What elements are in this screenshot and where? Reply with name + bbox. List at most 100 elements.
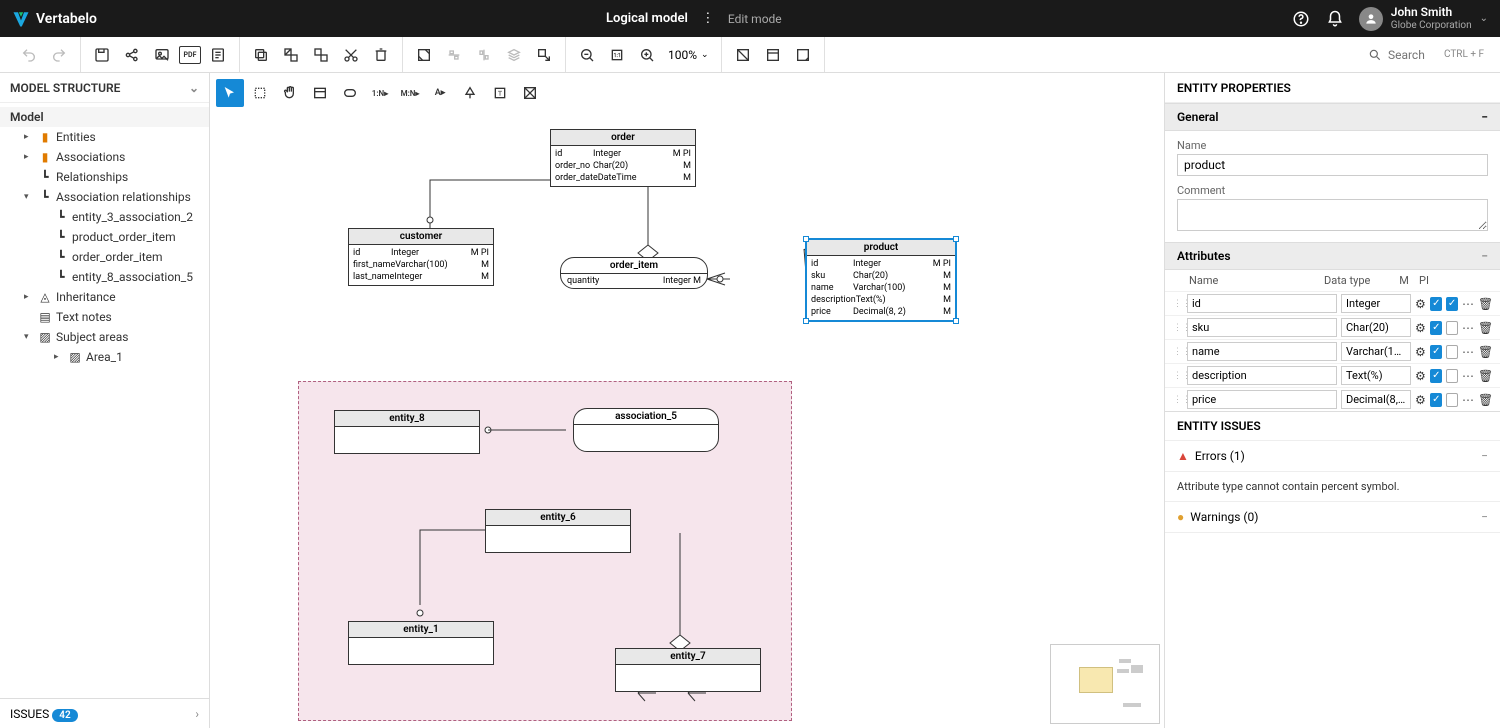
attr-name-input[interactable]: [1187, 342, 1337, 361]
more-icon[interactable]: ⋯: [1462, 369, 1474, 383]
mandatory-checkbox[interactable]: ✓: [1430, 369, 1442, 383]
more-icon[interactable]: ⋯: [1462, 393, 1474, 407]
pan-tool[interactable]: [276, 79, 304, 107]
shortcut-button[interactable]: [531, 42, 557, 68]
delete-button[interactable]: [368, 42, 394, 68]
pi-checkbox[interactable]: [1446, 321, 1458, 335]
gear-icon[interactable]: ⚙: [1415, 297, 1426, 311]
user-menu[interactable]: John Smith Globe Corporation ⌄: [1359, 6, 1488, 30]
add-area-tool[interactable]: [516, 79, 544, 107]
zoom-out-button[interactable]: [574, 42, 600, 68]
search-input[interactable]: [1388, 48, 1438, 62]
drag-handle-icon[interactable]: ⋮⋮: [1173, 323, 1183, 333]
attr-name-input[interactable]: [1187, 294, 1337, 313]
gear-icon[interactable]: ⚙: [1415, 369, 1426, 383]
gear-icon[interactable]: ⚙: [1415, 321, 1426, 335]
entity-6[interactable]: entity_6: [485, 509, 631, 553]
align-h-button[interactable]: [441, 42, 467, 68]
paste-button[interactable]: [308, 42, 334, 68]
resize-button[interactable]: [411, 42, 437, 68]
logo[interactable]: Vertabelo: [12, 10, 97, 28]
zoom-fit-button[interactable]: 1:1: [604, 42, 630, 68]
more-icon[interactable]: ⋯: [1462, 321, 1474, 335]
model-structure-header[interactable]: MODEL STRUCTURE ⌄: [0, 73, 209, 103]
mandatory-checkbox[interactable]: ✓: [1430, 393, 1442, 407]
tree-inheritance[interactable]: ▸◬Inheritance: [0, 287, 209, 307]
delete-icon[interactable]: 🗑: [1478, 393, 1492, 407]
pi-checkbox[interactable]: ✓: [1446, 297, 1458, 311]
entity-8[interactable]: entity_8: [334, 410, 480, 454]
errors-section[interactable]: ▲Errors (1) −: [1165, 441, 1500, 472]
add-assoc-tool[interactable]: [336, 79, 364, 107]
tree-entities[interactable]: ▸▮Entities: [0, 127, 209, 147]
cut-button[interactable]: [338, 42, 364, 68]
export-pdf-button[interactable]: PDF: [179, 46, 201, 64]
entity-1[interactable]: entity_1: [348, 621, 494, 665]
drag-handle-icon[interactable]: ⋮⋮: [1173, 395, 1183, 405]
add-note-tool[interactable]: T: [486, 79, 514, 107]
delete-icon[interactable]: 🗑: [1478, 321, 1492, 335]
tree-ar3[interactable]: ┗order_order_item: [0, 247, 209, 267]
canvas[interactable]: 1:N▸ M:N▸ A▸ T: [210, 73, 1164, 728]
attr-type-input[interactable]: [1341, 390, 1411, 409]
zoom-dropdown[interactable]: 100%⌄: [664, 48, 713, 62]
delete-icon[interactable]: 🗑: [1478, 345, 1492, 359]
tree-root[interactable]: Model: [0, 107, 209, 127]
add-mn-tool[interactable]: M:N▸: [396, 79, 424, 107]
drag-handle-icon[interactable]: ⋮⋮: [1173, 347, 1183, 357]
entity-customer[interactable]: customer idIntegerM PI first_nameVarchar…: [348, 228, 494, 286]
tree-associations[interactable]: ▸▮Associations: [0, 147, 209, 167]
view-detail-button[interactable]: [760, 42, 786, 68]
attr-name-input[interactable]: [1187, 390, 1337, 409]
attr-type-input[interactable]: [1341, 366, 1411, 385]
export-image-button[interactable]: [149, 42, 175, 68]
redo-button[interactable]: [46, 42, 72, 68]
entity-comment-input[interactable]: [1177, 199, 1488, 231]
marquee-tool[interactable]: [246, 79, 274, 107]
entity-name-input[interactable]: [1177, 154, 1488, 176]
search-box[interactable]: CTRL + F: [1360, 48, 1492, 62]
gear-icon[interactable]: ⚙: [1415, 345, 1426, 359]
model-menu-icon[interactable]: ⋮: [698, 9, 718, 29]
stack-button[interactable]: [501, 42, 527, 68]
drag-handle-icon[interactable]: ⋮⋮: [1173, 299, 1183, 309]
assoc-order-item[interactable]: order_item quantityInteger M: [560, 257, 708, 289]
zoom-in-button[interactable]: [634, 42, 660, 68]
tree-relationships[interactable]: ┗Relationships: [0, 167, 209, 187]
copy-button[interactable]: [248, 42, 274, 68]
view-compact-button[interactable]: [730, 42, 756, 68]
bell-icon[interactable]: [1325, 9, 1345, 29]
attr-type-input[interactable]: [1341, 318, 1411, 337]
minimap[interactable]: [1050, 644, 1160, 724]
help-icon[interactable]: [1291, 9, 1311, 29]
more-icon[interactable]: ⋯: [1462, 297, 1474, 311]
delete-icon[interactable]: 🗑: [1478, 297, 1492, 311]
add-entity-tool[interactable]: [306, 79, 334, 107]
assoc-5[interactable]: association_5: [573, 408, 719, 452]
tree-area1[interactable]: ▸▨Area_1: [0, 347, 209, 367]
entity-order[interactable]: order idIntegerM PI order_noChar(20)M or…: [550, 129, 696, 187]
pi-checkbox[interactable]: [1446, 369, 1458, 383]
align-v-button[interactable]: [471, 42, 497, 68]
add-1n-tool[interactable]: 1:N▸: [366, 79, 394, 107]
attr-name-input[interactable]: [1187, 318, 1337, 337]
general-section-header[interactable]: General−: [1165, 103, 1500, 131]
tree-assoc-rel[interactable]: ▾┗Association relationships: [0, 187, 209, 207]
delete-icon[interactable]: 🗑: [1478, 369, 1492, 383]
attr-type-input[interactable]: [1341, 342, 1411, 361]
entity-product[interactable]: product idIntegerM PI skuChar(20)M nameV…: [806, 239, 956, 321]
mandatory-checkbox[interactable]: ✓: [1430, 345, 1442, 359]
issues-bar[interactable]: ISSUES 42 ›: [0, 698, 209, 728]
entity-7[interactable]: entity_7: [615, 648, 761, 692]
duplicate-button[interactable]: [278, 42, 304, 68]
tree-ar2[interactable]: ┗product_order_item: [0, 227, 209, 247]
tree-ar1[interactable]: ┗entity_3_association_2: [0, 207, 209, 227]
attributes-section-header[interactable]: Attributes−: [1165, 242, 1500, 270]
tree-ar4[interactable]: ┗entity_8_association_5: [0, 267, 209, 287]
undo-button[interactable]: [16, 42, 42, 68]
add-inherit-tool[interactable]: [456, 79, 484, 107]
attr-type-input[interactable]: [1341, 294, 1411, 313]
mandatory-checkbox[interactable]: ✓: [1430, 297, 1442, 311]
tree-subjareas[interactable]: ▾▨Subject areas: [0, 327, 209, 347]
tree-textnotes[interactable]: ▤Text notes: [0, 307, 209, 327]
